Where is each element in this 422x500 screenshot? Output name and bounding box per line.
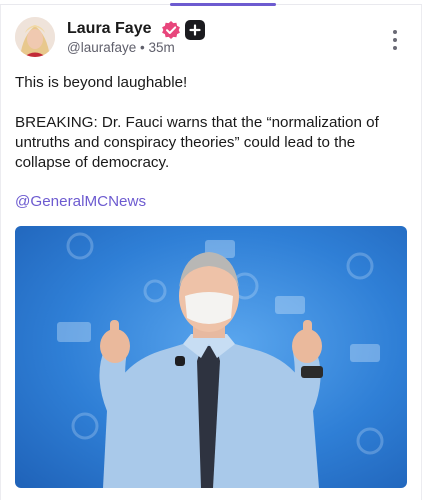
avatar[interactable] bbox=[15, 17, 55, 57]
avatar-photo bbox=[15, 17, 55, 57]
author-name[interactable]: Laura Faye bbox=[67, 20, 151, 38]
handle-and-time: @laurafaye • 35m bbox=[67, 40, 175, 55]
separator-dot: • bbox=[140, 40, 145, 55]
plus-badge-icon bbox=[185, 20, 205, 40]
more-vertical-icon[interactable] bbox=[385, 29, 405, 51]
post-header: Laura Faye @laurafaye • 35m bbox=[15, 17, 410, 59]
post-text-line-2: BREAKING: Dr. Fauci warns that the “norm… bbox=[15, 114, 379, 171]
post-text-line-1: This is beyond laughable! bbox=[15, 74, 188, 91]
post-screen: Laura Faye @laurafaye • 35m This is beyo… bbox=[0, 0, 422, 500]
post-photo bbox=[57, 232, 384, 488]
verified-check-icon bbox=[161, 20, 181, 40]
mention-link[interactable]: @GeneralMCNews bbox=[15, 192, 146, 212]
post-time: 35m bbox=[148, 40, 175, 55]
post-image[interactable] bbox=[15, 226, 407, 488]
author-handle[interactable]: @laurafaye bbox=[67, 40, 136, 55]
